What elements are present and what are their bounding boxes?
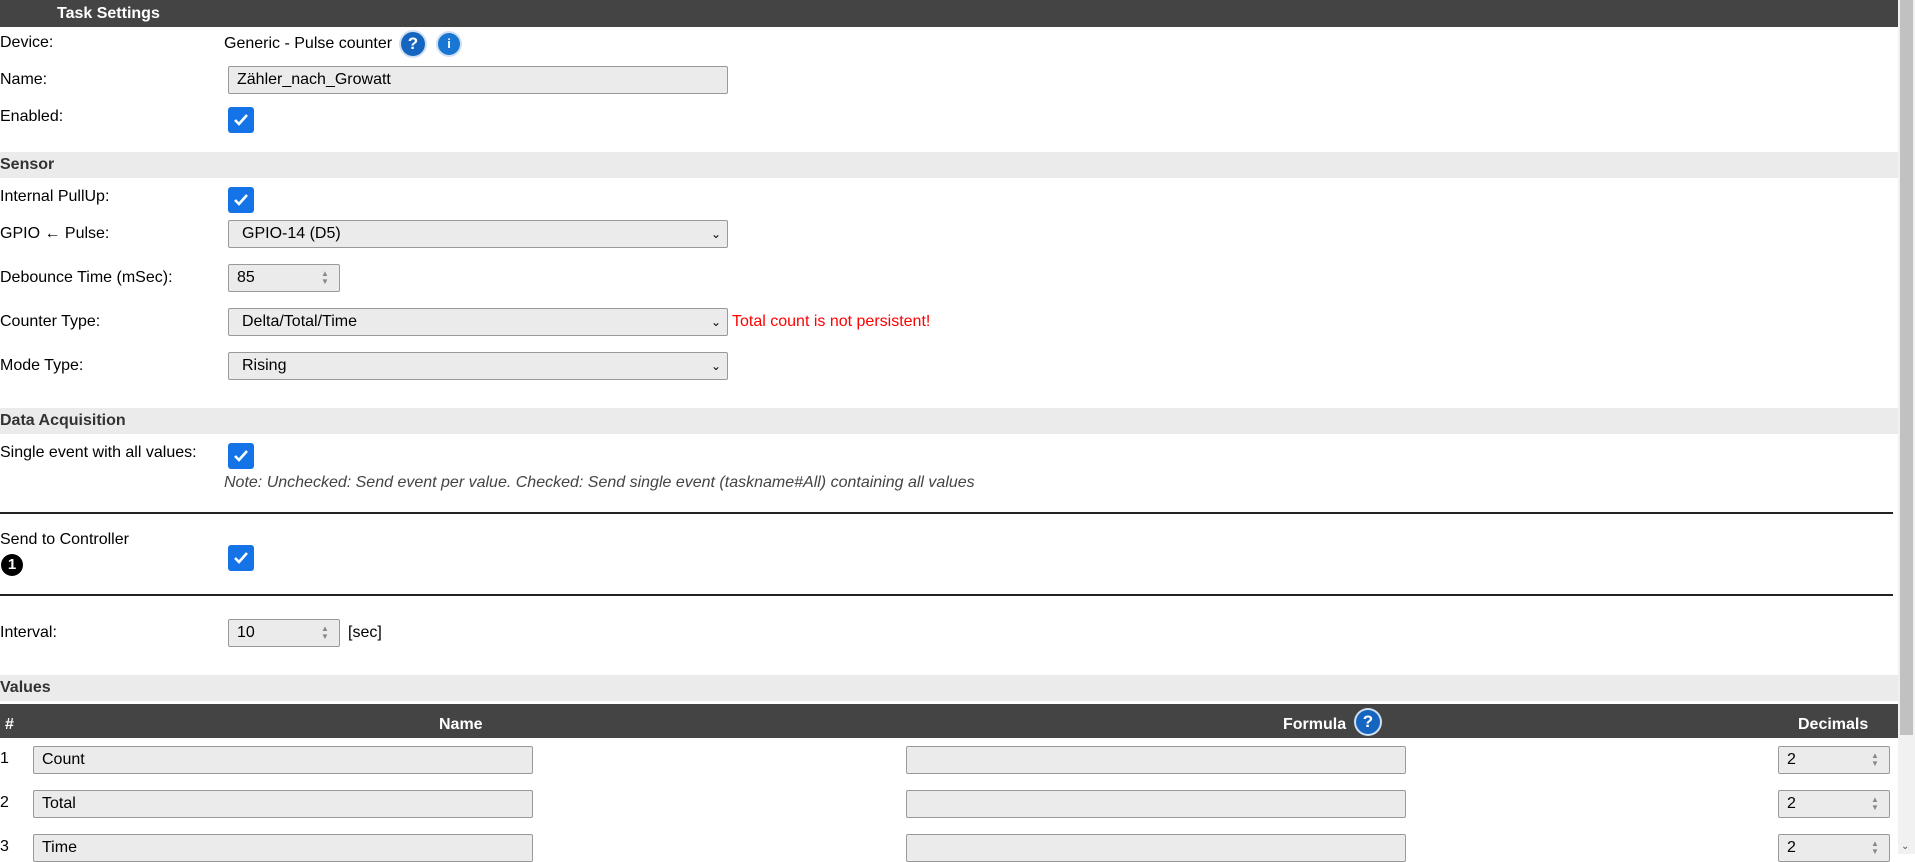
mode-type-value: Rising — [242, 357, 287, 374]
decimals-input[interactable]: 2 ▲ ▼ — [1778, 834, 1890, 862]
chevron-down-icon: ⌄ — [710, 359, 721, 373]
page-scrollbar[interactable]: ⌄ — [1898, 0, 1915, 854]
interval-input[interactable]: 10 ▲ ▼ — [228, 619, 340, 647]
row-number: 1 — [0, 750, 9, 767]
row-number: 3 — [0, 838, 9, 855]
col-header-formula: Formula — [1283, 716, 1347, 733]
mode-type-label: Mode Type: — [0, 357, 84, 374]
decimals-value: 2 — [1787, 795, 1796, 812]
single-event-note: Note: Unchecked: Send event per value. C… — [224, 474, 975, 491]
pullup-checkbox[interactable] — [228, 187, 254, 213]
row-number: 2 — [0, 794, 9, 811]
task-name-value: Zähler_nach_Growatt — [237, 71, 391, 88]
task-settings-header: Task Settings — [0, 0, 1898, 27]
gpio-select[interactable]: GPIO-14 (D5) ⌄ — [228, 220, 728, 248]
debounce-label: Debounce Time (mSec): — [0, 269, 173, 286]
enabled-checkbox[interactable] — [228, 107, 254, 133]
check-icon — [234, 194, 248, 206]
single-event-checkbox[interactable] — [228, 443, 254, 469]
mode-type-select[interactable]: Rising ⌄ — [228, 352, 728, 380]
counter-warning: Total count is not persistent! — [732, 313, 931, 330]
divider — [0, 512, 1893, 514]
decimals-input[interactable]: 2 ▲ ▼ — [1778, 746, 1890, 774]
value-name: Time — [42, 839, 77, 856]
debounce-input[interactable]: 85 ▲ ▼ — [228, 264, 340, 292]
formula-input[interactable] — [906, 746, 1406, 774]
col-header-num: # — [5, 716, 14, 733]
device-info-icon[interactable]: i — [438, 33, 460, 55]
spinner-icon[interactable]: ▲ ▼ — [321, 625, 329, 641]
interval-label: Interval: — [0, 624, 57, 641]
task-name-input[interactable]: Zähler_nach_Growatt — [228, 66, 728, 94]
acquisition-section-header: Data Acquisition — [0, 408, 1898, 434]
value-name-input[interactable]: Total — [33, 790, 533, 818]
check-icon — [234, 450, 248, 462]
value-name-input[interactable]: Time — [33, 834, 533, 862]
decimals-value: 2 — [1787, 751, 1796, 768]
counter-type-value: Delta/Total/Time — [242, 313, 357, 330]
device-help-icon[interactable]: ? — [401, 32, 425, 56]
spinner-icon[interactable]: ▲ ▼ — [1871, 752, 1879, 768]
interval-unit: [sec] — [348, 624, 382, 641]
gpio-label: GPIO ← Pulse: — [0, 225, 110, 242]
values-section-header: Values — [0, 675, 1898, 701]
formula-input[interactable] — [906, 834, 1406, 862]
acquisition-section-title: Data Acquisition — [0, 412, 126, 429]
spinner-icon[interactable]: ▲ ▼ — [1871, 796, 1879, 812]
send-controller-label: Send to Controller — [0, 531, 129, 548]
device-label: Device: — [0, 34, 54, 51]
check-icon — [234, 114, 248, 126]
col-header-name: Name — [439, 716, 483, 733]
col-header-decimals: Decimals — [1798, 716, 1869, 733]
sensor-section-header: Sensor — [0, 152, 1898, 178]
controller-number-badge: 1 — [1, 554, 23, 576]
debounce-value: 85 — [237, 269, 255, 286]
value-name: Count — [42, 751, 85, 768]
page-title: Task Settings — [57, 5, 160, 22]
check-icon — [234, 552, 248, 564]
values-table-header — [0, 704, 1898, 738]
chevron-down-icon: ⌄ — [710, 315, 721, 329]
decimals-input[interactable]: 2 ▲ ▼ — [1778, 790, 1890, 818]
enabled-label: Enabled: — [0, 108, 64, 125]
name-label: Name: — [0, 71, 48, 88]
formula-input[interactable] — [906, 790, 1406, 818]
formula-help-icon[interactable]: ? — [1356, 710, 1380, 734]
scrollbar-thumb[interactable] — [1900, 0, 1913, 735]
single-event-label: Single event with all values: — [0, 444, 197, 461]
counter-type-label: Counter Type: — [0, 313, 101, 330]
device-value: Generic - Pulse counter — [224, 35, 393, 52]
value-name: Total — [42, 795, 76, 812]
divider — [0, 594, 1893, 596]
value-name-input[interactable]: Count — [33, 746, 533, 774]
interval-value: 10 — [237, 624, 255, 641]
decimals-value: 2 — [1787, 839, 1796, 856]
send-controller-checkbox[interactable] — [228, 545, 254, 571]
pullup-label: Internal PullUp: — [0, 188, 110, 205]
values-section-title: Values — [0, 679, 51, 696]
gpio-select-value: GPIO-14 (D5) — [242, 225, 341, 242]
scroll-down-arrow-icon[interactable]: ⌄ — [1901, 841, 1909, 852]
spinner-icon[interactable]: ▲ ▼ — [321, 270, 329, 286]
chevron-down-icon: ⌄ — [710, 227, 721, 241]
sensor-section-title: Sensor — [0, 156, 55, 173]
counter-type-select[interactable]: Delta/Total/Time ⌄ — [228, 308, 728, 336]
